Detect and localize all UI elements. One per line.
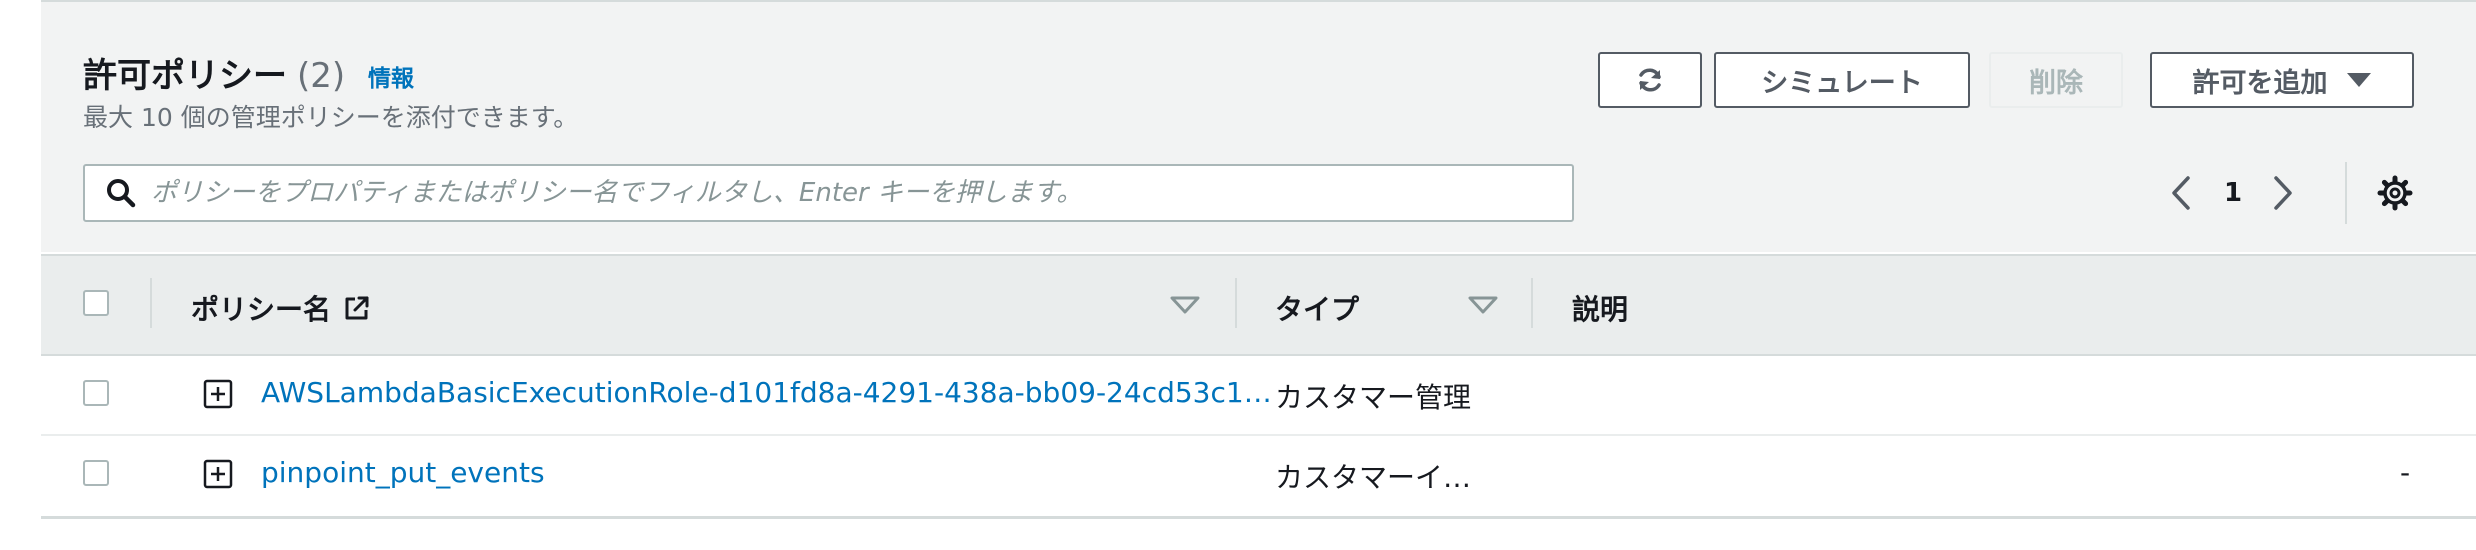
panel-title: 許可ポリシー (2) [83, 48, 345, 97]
delete-button[interactable]: 削除 [1989, 52, 2123, 108]
gear-icon [2377, 175, 2413, 211]
permissions-policies-panel: 許可ポリシー (2) 情報 最大 10 個の管理ポリシーを添付できます。 シミュレ… [41, 0, 2476, 519]
table-header: ポリシー名 タイプ 説明 [41, 254, 2476, 356]
current-page[interactable]: 1 [2211, 162, 2255, 224]
refresh-icon [1639, 68, 1661, 92]
simulate-button[interactable]: シミュレート [1714, 52, 1970, 108]
row-checkbox[interactable] [83, 460, 109, 486]
column-header-description[interactable]: 説明 [1572, 288, 1628, 328]
policy-count: (2) [297, 56, 346, 96]
info-link[interactable]: 情報 [368, 59, 414, 93]
chevron-right-icon [2274, 176, 2292, 210]
table-row[interactable]: AWSLambdaBasicExecutionRole-d101fd8a-429… [41, 354, 2476, 436]
next-page-button[interactable] [2263, 162, 2303, 224]
panel-description: 最大 10 個の管理ポリシーを添付できます。 [83, 103, 579, 132]
caret-down-icon [2346, 73, 2371, 87]
policy-type: カスタマーイ… [1275, 461, 1472, 494]
policy-name-link[interactable]: pinpoint_put_events [261, 456, 545, 489]
panel-title-text: 許可ポリシー [83, 56, 287, 96]
row-checkbox[interactable] [83, 380, 109, 406]
column-divider [1235, 278, 1237, 328]
preferences-button[interactable] [2371, 162, 2419, 224]
expand-icon[interactable] [203, 459, 233, 489]
add-permissions-label: 許可を追加 [2192, 67, 2328, 99]
column-divider [1531, 278, 1533, 328]
policy-name-link[interactable]: AWSLambdaBasicExecutionRole-d101fd8a-429… [261, 376, 1272, 409]
current-page-number: 1 [2223, 178, 2243, 208]
expand-icon[interactable] [203, 379, 233, 409]
chevron-left-icon [2172, 176, 2190, 210]
add-permissions-button[interactable]: 許可を追加 [2150, 52, 2414, 108]
column-divider [150, 278, 152, 328]
table-row[interactable]: pinpoint_put_events カスタマーイ… - [41, 436, 2476, 519]
refresh-button[interactable] [1598, 52, 1702, 108]
external-link-icon [345, 296, 369, 320]
column-header-policy-name-label: ポリシー名 [191, 293, 332, 326]
sort-caret-down-icon[interactable] [1169, 294, 1201, 316]
policy-description: - [2400, 456, 2411, 489]
select-all-checkbox[interactable] [83, 290, 109, 316]
pagination-divider [2345, 162, 2347, 224]
policy-type: カスタマー管理 [1275, 381, 1472, 414]
column-header-policy-name[interactable]: ポリシー名 [191, 288, 371, 328]
sort-caret-down-icon[interactable] [1467, 294, 1499, 316]
previous-page-button[interactable] [2161, 162, 2201, 224]
policy-filter-field[interactable] [83, 164, 1574, 222]
search-icon [107, 179, 136, 208]
policy-filter-input[interactable] [149, 167, 1572, 219]
column-header-type[interactable]: タイプ [1275, 288, 1359, 328]
